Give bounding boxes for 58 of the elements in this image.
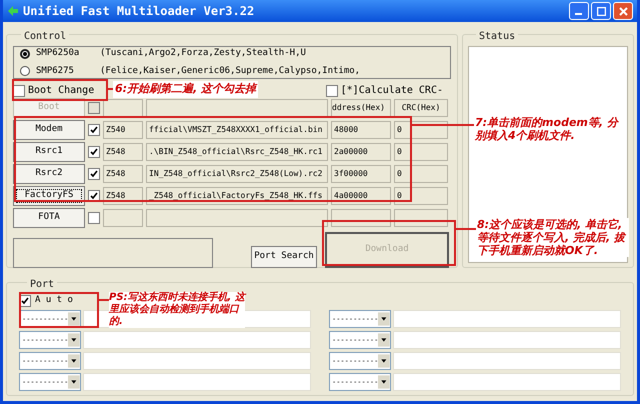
name-field[interactable] — [103, 99, 143, 117]
leader-line — [412, 124, 474, 126]
address-field[interactable]: 2a00000 — [331, 143, 391, 161]
close-icon — [618, 6, 628, 16]
arrow-icon — [7, 5, 19, 17]
close-button[interactable] — [613, 2, 633, 20]
radio-button[interactable] — [20, 66, 30, 76]
annotation-note: 8:这个应该是可选的, 单击它, 等待文件逐个写入, 完成后, 拔下手机重新启动就OK了. — [477, 218, 629, 257]
file-button[interactable]: Rsrc2 — [13, 164, 85, 184]
file-button[interactable]: FOTA — [13, 208, 85, 228]
checkmark-icon — [90, 170, 98, 178]
maximize-button[interactable] — [591, 2, 611, 20]
group-title: Control — [24, 31, 66, 42]
path-field[interactable]: fficial\VMSZT_Z548XXXX1_official.bin — [146, 121, 328, 139]
checkmark-icon — [90, 148, 98, 156]
name-field[interactable]: Z548 — [103, 143, 143, 161]
checkbox[interactable] — [88, 212, 100, 224]
checkbox[interactable] — [13, 84, 25, 96]
path-field[interactable] — [146, 99, 328, 117]
checkmark-icon — [90, 192, 98, 200]
name-field[interactable]: Z540 — [103, 121, 143, 139]
path-field[interactable]: .\BIN_Z548_official\Rsrc_Z548_HK.rc1 — [146, 143, 328, 161]
port-search-button[interactable]: Port Search — [251, 246, 317, 268]
path-field[interactable]: IN_Z548_official\Rsrc2_Z548(Low).rc2 — [146, 165, 328, 183]
checkbox[interactable] — [88, 168, 100, 180]
file-button[interactable]: Modem — [13, 120, 85, 140]
checkbox[interactable] — [88, 146, 100, 158]
minimize-button[interactable] — [569, 2, 589, 20]
column-header: ddress(Hex) — [331, 99, 391, 117]
name-field[interactable]: Z548 — [103, 165, 143, 183]
window-title: Unified Fast Multiloader Ver3.22 — [23, 3, 254, 20]
address-field[interactable]: 3f00000 — [331, 165, 391, 183]
checkbox-label: Boot Change — [28, 84, 94, 98]
model-list: (Felice,Kaiser,Generic06,Supreme,Calypso,Intimo, — [100, 64, 360, 78]
path-field[interactable] — [146, 209, 328, 227]
group-title: Status — [479, 31, 516, 42]
annotation-tooltip: PS:写这东西时未连接手机, 这里应该会自动检测到手机端口的. — [109, 292, 245, 328]
address-field[interactable]: 48000 — [331, 121, 391, 139]
radio-button[interactable] — [20, 48, 30, 59]
checkmark-icon — [21, 297, 29, 305]
chipset-label: SMP6250a — [36, 47, 80, 60]
annotation-note: 6:开始刷第二遍, 这个勾去掉 — [113, 81, 258, 98]
crc-field[interactable]: 0 — [394, 143, 448, 161]
file-button[interactable]: Rsrc1 — [13, 142, 85, 162]
checkmark-icon — [90, 126, 98, 134]
model-list: (Tuscani,Argo2,Forza,Zesty,Stealth-H,U — [100, 47, 306, 60]
leader-line — [456, 228, 476, 230]
crc-field[interactable]: 0 — [394, 187, 448, 205]
checkbox[interactable] — [326, 84, 338, 96]
chipset-label: SMP6275 — [36, 64, 75, 78]
column-header: CRC(Hex) — [394, 99, 448, 117]
group-title: Port — [30, 279, 54, 290]
checkbox[interactable] — [88, 124, 100, 136]
checkbox-label: A u t o — [35, 294, 73, 308]
name-field[interactable] — [103, 209, 143, 227]
crc-field[interactable]: 0 — [394, 165, 448, 183]
maximize-icon — [596, 6, 606, 16]
checkbox-label: [*]Calculate CRC- — [340, 84, 443, 98]
